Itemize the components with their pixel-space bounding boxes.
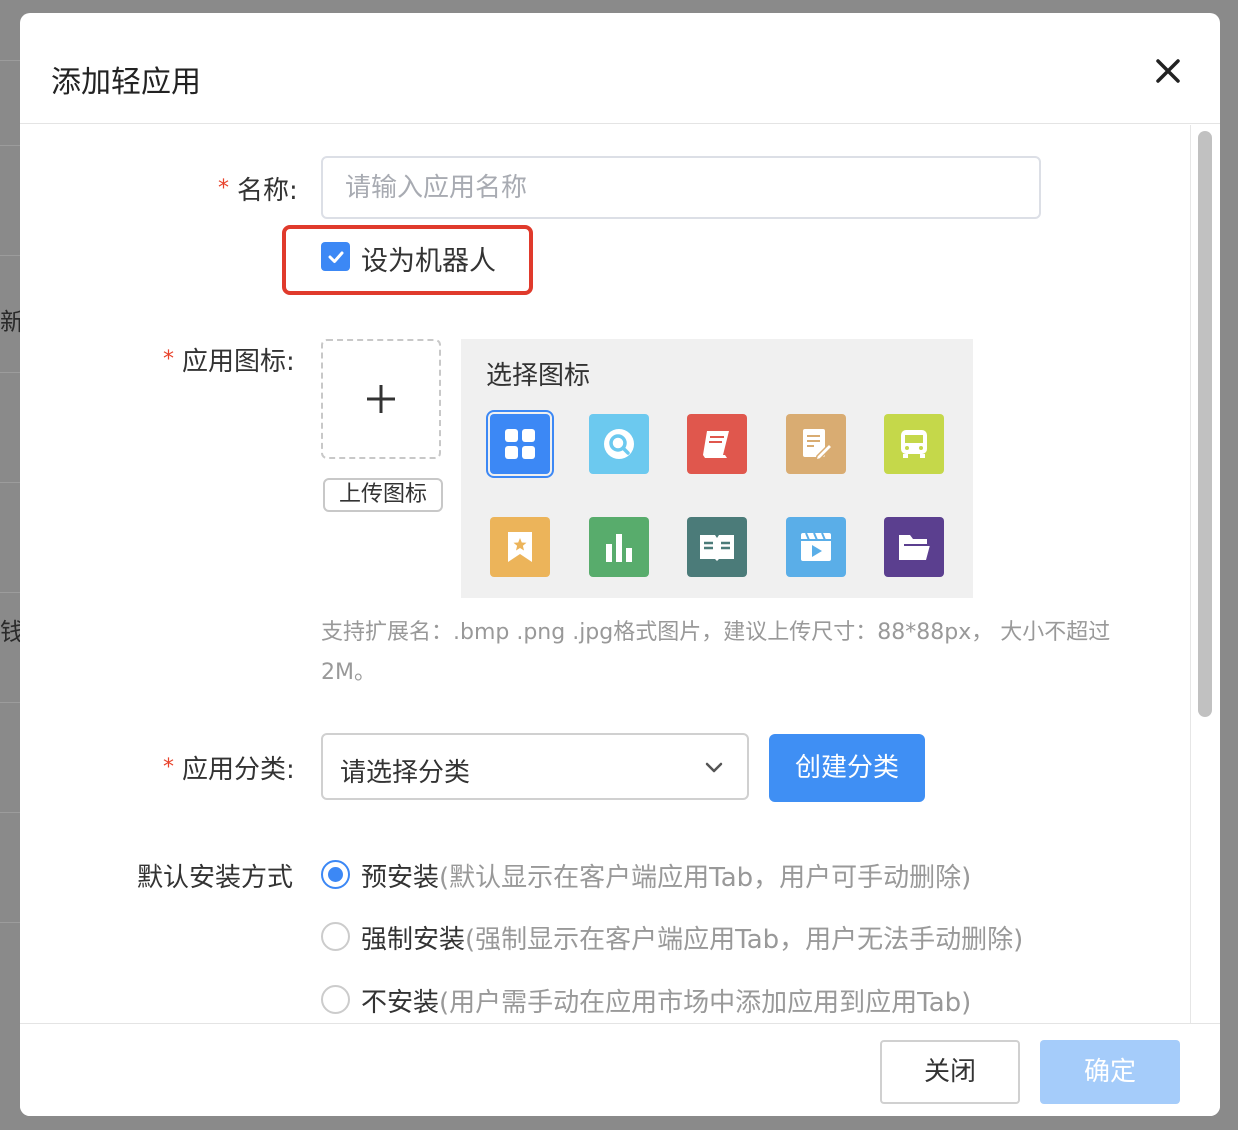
category-select-value: 请选择分类 [340, 758, 471, 788]
required-mark: * [218, 176, 229, 201]
search-icon[interactable] [589, 414, 649, 474]
radio-no-install-label[interactable]: 不安装(用户需手动在应用市场中添加应用到应用Tab) [361, 982, 971, 1019]
divider [0, 255, 20, 256]
radio-no-install[interactable] [321, 985, 350, 1014]
bar-chart-icon[interactable] [589, 517, 649, 577]
dialog-title: 添加轻应用 [51, 65, 201, 100]
divider [0, 812, 20, 813]
divider [0, 372, 20, 373]
bookmark-icon[interactable] [490, 517, 550, 577]
app-name-input[interactable] [321, 156, 1041, 219]
name-label: * 名称: [218, 176, 298, 206]
upload-icon-button[interactable]: 上传图标 [323, 478, 443, 512]
robot-checkbox[interactable] [321, 242, 350, 271]
divider [0, 145, 20, 146]
radio-force-install[interactable] [321, 922, 350, 951]
category-select[interactable]: 请选择分类 [321, 733, 749, 800]
folder-icon[interactable] [884, 517, 944, 577]
divider [0, 592, 20, 593]
required-mark: * [163, 347, 174, 372]
divider [0, 702, 20, 703]
dialog-header: 添加轻应用 [20, 13, 1220, 124]
confirm-button[interactable]: 确定 [1040, 1040, 1180, 1104]
divider [0, 60, 20, 61]
radio-preinstall[interactable] [321, 860, 350, 889]
close-button[interactable]: 关闭 [880, 1040, 1020, 1104]
bus-icon[interactable] [884, 414, 944, 474]
divider [0, 482, 20, 483]
edit-note-icon[interactable] [786, 414, 846, 474]
plus-icon [367, 385, 395, 413]
close-icon[interactable] [1150, 53, 1186, 89]
dialog-body: *名称: 设为机器人 *应用图标: 上传图标 选择图标 [20, 125, 1220, 1023]
radio-preinstall-label[interactable]: 预安装(默认显示在客户端应用Tab，用户可手动删除) [361, 857, 971, 894]
category-label: * 应用分类: [163, 755, 295, 785]
dialog-footer: 关闭 确定 [20, 1023, 1220, 1116]
icon-picker-panel: 选择图标 [461, 339, 973, 598]
grid-icon[interactable] [486, 410, 554, 478]
chevron-down-icon [705, 762, 723, 773]
open-book-icon[interactable] [687, 517, 747, 577]
icon-upload-area[interactable] [321, 339, 441, 459]
app-icon-label: * 应用图标: [163, 347, 295, 377]
book-icon[interactable] [687, 414, 747, 474]
install-mode-label: 默认安装方式 [137, 863, 294, 893]
video-icon[interactable] [786, 517, 846, 577]
add-app-dialog: 添加轻应用 *名称: 设为机器人 *应用图标: 上传图标 选择图标 [20, 13, 1220, 1116]
required-mark: * [163, 755, 174, 780]
checkmark-icon [328, 251, 343, 263]
robot-checkbox-label[interactable]: 设为机器人 [361, 239, 496, 278]
icon-picker-title: 选择图标 [486, 361, 591, 391]
radio-force-install-label[interactable]: 强制安装(强制显示在客户端应用Tab，用户无法手动删除) [361, 919, 1023, 956]
divider [0, 922, 20, 923]
scrollbar-thumb[interactable] [1198, 131, 1212, 717]
create-category-button[interactable]: 创建分类 [769, 734, 925, 802]
upload-hint-text: 支持扩展名：.bmp .png .jpg格式图片，建议上传尺寸：88*88px，… [321, 620, 1111, 685]
